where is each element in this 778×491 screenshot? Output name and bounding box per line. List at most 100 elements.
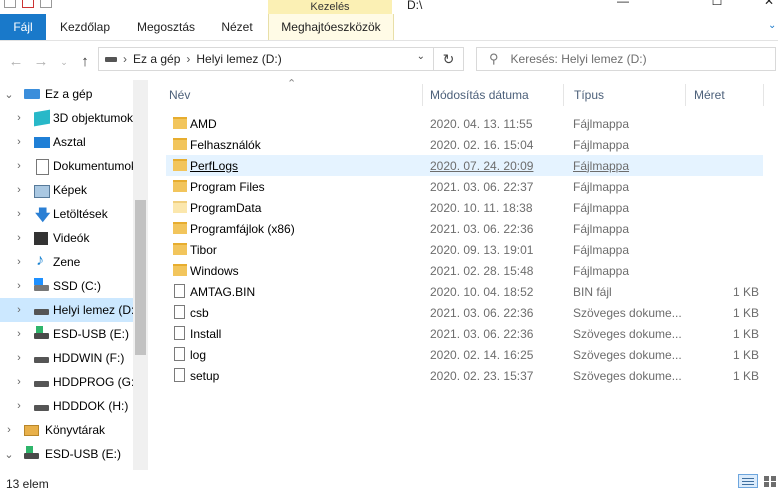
chevron-right-icon[interactable]: ›	[14, 256, 24, 268]
nav-item-drive-f[interactable]: › HDDWIN (F:)	[0, 346, 133, 370]
nav-item-pictures[interactable]: › Képek	[0, 178, 133, 202]
chevron-right-icon[interactable]: ›	[14, 208, 24, 220]
nav-scrollbar-thumb[interactable]	[135, 200, 146, 355]
tab-home[interactable]: Kezdőlap	[54, 14, 116, 40]
column-header-size[interactable]: Méret	[694, 80, 754, 110]
cell-size: 1 KB	[732, 284, 759, 299]
cell-type: Fájlmappa	[573, 200, 630, 215]
close-button[interactable]: ✕	[746, 0, 778, 8]
chevron-right-icon[interactable]: ›	[14, 232, 24, 244]
table-row[interactable]: AMD 2020. 04. 13. 11:55 Fájlmappa	[166, 113, 763, 134]
nav-item-drive-h[interactable]: › HDDDOK (H:)	[0, 394, 133, 418]
nav-item-videos[interactable]: › Videók	[0, 226, 133, 250]
nav-item-3d-objects[interactable]: › 3D objektumok	[0, 106, 133, 130]
table-row[interactable]: csb 2021. 03. 06. 22:36 Szöveges dokume...…	[166, 302, 763, 323]
chevron-right-icon[interactable]: ›	[14, 280, 24, 292]
table-row[interactable]: Install 2021. 03. 06. 22:36 Szöveges dokum…	[166, 323, 763, 344]
recent-locations-chevron-icon[interactable]: ⌄	[54, 52, 74, 72]
search-input[interactable]: ⚲ Keresés: Helyi lemez (D:)	[476, 47, 776, 71]
cell-type: Fájlmappa	[573, 116, 630, 131]
chevron-right-icon[interactable]: ›	[14, 184, 24, 196]
table-row[interactable]: Windows 2021. 02. 28. 15:48 Fájlmappa	[166, 260, 763, 281]
table-row[interactable]: Program Files 2021. 03. 06. 22:37 Fájlmapp…	[166, 176, 763, 197]
nav-item-drive-g[interactable]: › HDDPROG (G:)	[0, 370, 133, 394]
chevron-down-icon[interactable]: ⌄	[4, 88, 14, 101]
nav-item-libraries[interactable]: › Könyvtárak	[0, 418, 133, 442]
chevron-down-icon[interactable]: ⌄	[4, 448, 14, 461]
minimize-button[interactable]: —	[600, 0, 646, 8]
column-header-type[interactable]: Típus	[574, 80, 674, 110]
large-icons-view-icon[interactable]	[762, 474, 778, 488]
table-row[interactable]: Felhasználók 2020. 02. 16. 15:04 Fájlmappa	[166, 134, 763, 155]
maximize-button[interactable]: ☐	[694, 0, 740, 8]
file-icon	[174, 284, 185, 298]
nav-item-label: Videók	[53, 231, 90, 245]
chevron-right-icon[interactable]: ›	[14, 328, 24, 340]
downloads-icon: 🡇	[35, 207, 51, 224]
chevron-right-icon[interactable]: ›	[14, 352, 24, 364]
table-row[interactable]: ProgramData 2020. 10. 11. 18:38 Fájlmappa	[166, 197, 763, 218]
address-bar[interactable]: › Ez a gép › Helyi lemez (D:) ⌄	[98, 47, 434, 71]
chevron-right-icon[interactable]: ›	[14, 112, 24, 124]
chevron-right-icon[interactable]: ›	[14, 304, 24, 316]
tab-file[interactable]: Fájl	[0, 14, 46, 40]
cell-name: PerfLogs	[190, 158, 239, 173]
column-divider[interactable]	[763, 84, 764, 106]
table-row[interactable]: log 2020. 02. 14. 16:25 Szöveges dokume...…	[166, 344, 763, 365]
cell-type: Fájlmappa	[573, 158, 630, 173]
app-icon	[4, 0, 16, 8]
cell-date: 2021. 03. 06. 22:36	[430, 326, 534, 341]
nav-item-this-pc[interactable]: ⌄ Ez a gép	[0, 82, 133, 106]
properties-icon[interactable]	[22, 0, 34, 8]
breadcrumb-drive-d[interactable]: Helyi lemez (D:)	[196, 52, 281, 66]
table-row[interactable]: PerfLogs 2020. 07. 24. 20:09 Fájlmappa	[166, 155, 763, 176]
nav-item-desktop[interactable]: › Asztal	[0, 130, 133, 154]
chevron-right-icon[interactable]: ›	[14, 400, 24, 412]
nav-item-documents[interactable]: › Dokumentumok	[0, 154, 133, 178]
nav-item-music[interactable]: › ♪ Zene	[0, 250, 133, 274]
up-arrow-icon[interactable]: ↑	[75, 51, 95, 71]
nav-item-label: 3D objektumok	[53, 111, 133, 125]
nav-item-label: Ez a gép	[45, 87, 93, 101]
chevron-right-icon[interactable]: ›	[14, 160, 24, 172]
cell-size: 1 KB	[732, 368, 759, 383]
refresh-icon[interactable]: ↻	[434, 47, 464, 71]
computer-icon	[24, 89, 40, 99]
address-dropdown-chevron-icon[interactable]: ⌄	[417, 51, 425, 62]
forward-arrow-icon[interactable]: →	[31, 51, 51, 71]
chevron-right-icon[interactable]: ›	[4, 424, 14, 436]
folder-icon	[173, 117, 187, 129]
table-row[interactable]: AMTAG.BIN 2020. 10. 04. 18:52 BIN fájl 1 KB	[166, 281, 763, 302]
tab-share[interactable]: Megosztás	[128, 14, 204, 40]
details-view-icon[interactable]	[738, 474, 758, 488]
cell-date: 2021. 02. 28. 15:48	[430, 263, 534, 278]
chevron-right-icon[interactable]: ›	[14, 136, 24, 148]
desktop-icon	[34, 137, 50, 148]
cell-size: 1 KB	[732, 326, 759, 341]
folder-icon	[173, 222, 187, 234]
column-divider[interactable]	[563, 84, 564, 106]
nav-item-drive-e[interactable]: › ESD-USB (E:)	[0, 322, 133, 346]
breadcrumb-this-pc[interactable]: Ez a gép	[133, 52, 180, 66]
table-row[interactable]: setup 2020. 02. 23. 15:37 Szöveges dokume.…	[166, 365, 763, 386]
nav-item-drive-c[interactable]: › SSD (C:)	[0, 274, 133, 298]
nav-item-downloads[interactable]: › 🡇 Letöltések	[0, 202, 133, 226]
cell-type: Fájlmappa	[573, 221, 630, 236]
column-divider[interactable]	[685, 84, 686, 106]
table-row[interactable]: Tibor 2020. 09. 13. 19:01 Fájlmappa	[166, 239, 763, 260]
nav-item-usb-e[interactable]: ⌄ ESD-USB (E:)	[0, 442, 133, 466]
column-divider[interactable]	[422, 84, 423, 106]
table-row[interactable]: Programfájlok (x86) 2021. 03. 06. 22:36 Fá…	[166, 218, 763, 239]
tab-drive-tools[interactable]: Meghajtóeszközök	[268, 14, 394, 40]
column-header-name[interactable]: Név	[169, 80, 419, 110]
back-arrow-icon[interactable]: ←	[6, 51, 26, 71]
new-folder-icon[interactable]	[40, 0, 52, 8]
column-header-modified[interactable]: Módosítás dátuma	[430, 80, 560, 110]
chevron-down-icon[interactable]: ⌄	[768, 20, 776, 31]
breadcrumb-separator: ›	[186, 52, 191, 66]
ribbon-tabs: Fájl Kezdőlap Megosztás Nézet Meghajtóes…	[0, 14, 778, 41]
chevron-right-icon[interactable]: ›	[14, 376, 24, 388]
tab-view[interactable]: Nézet	[214, 14, 260, 40]
window-title: D:\	[407, 0, 423, 12]
nav-item-drive-d[interactable]: › Helyi lemez (D:)	[0, 298, 133, 322]
